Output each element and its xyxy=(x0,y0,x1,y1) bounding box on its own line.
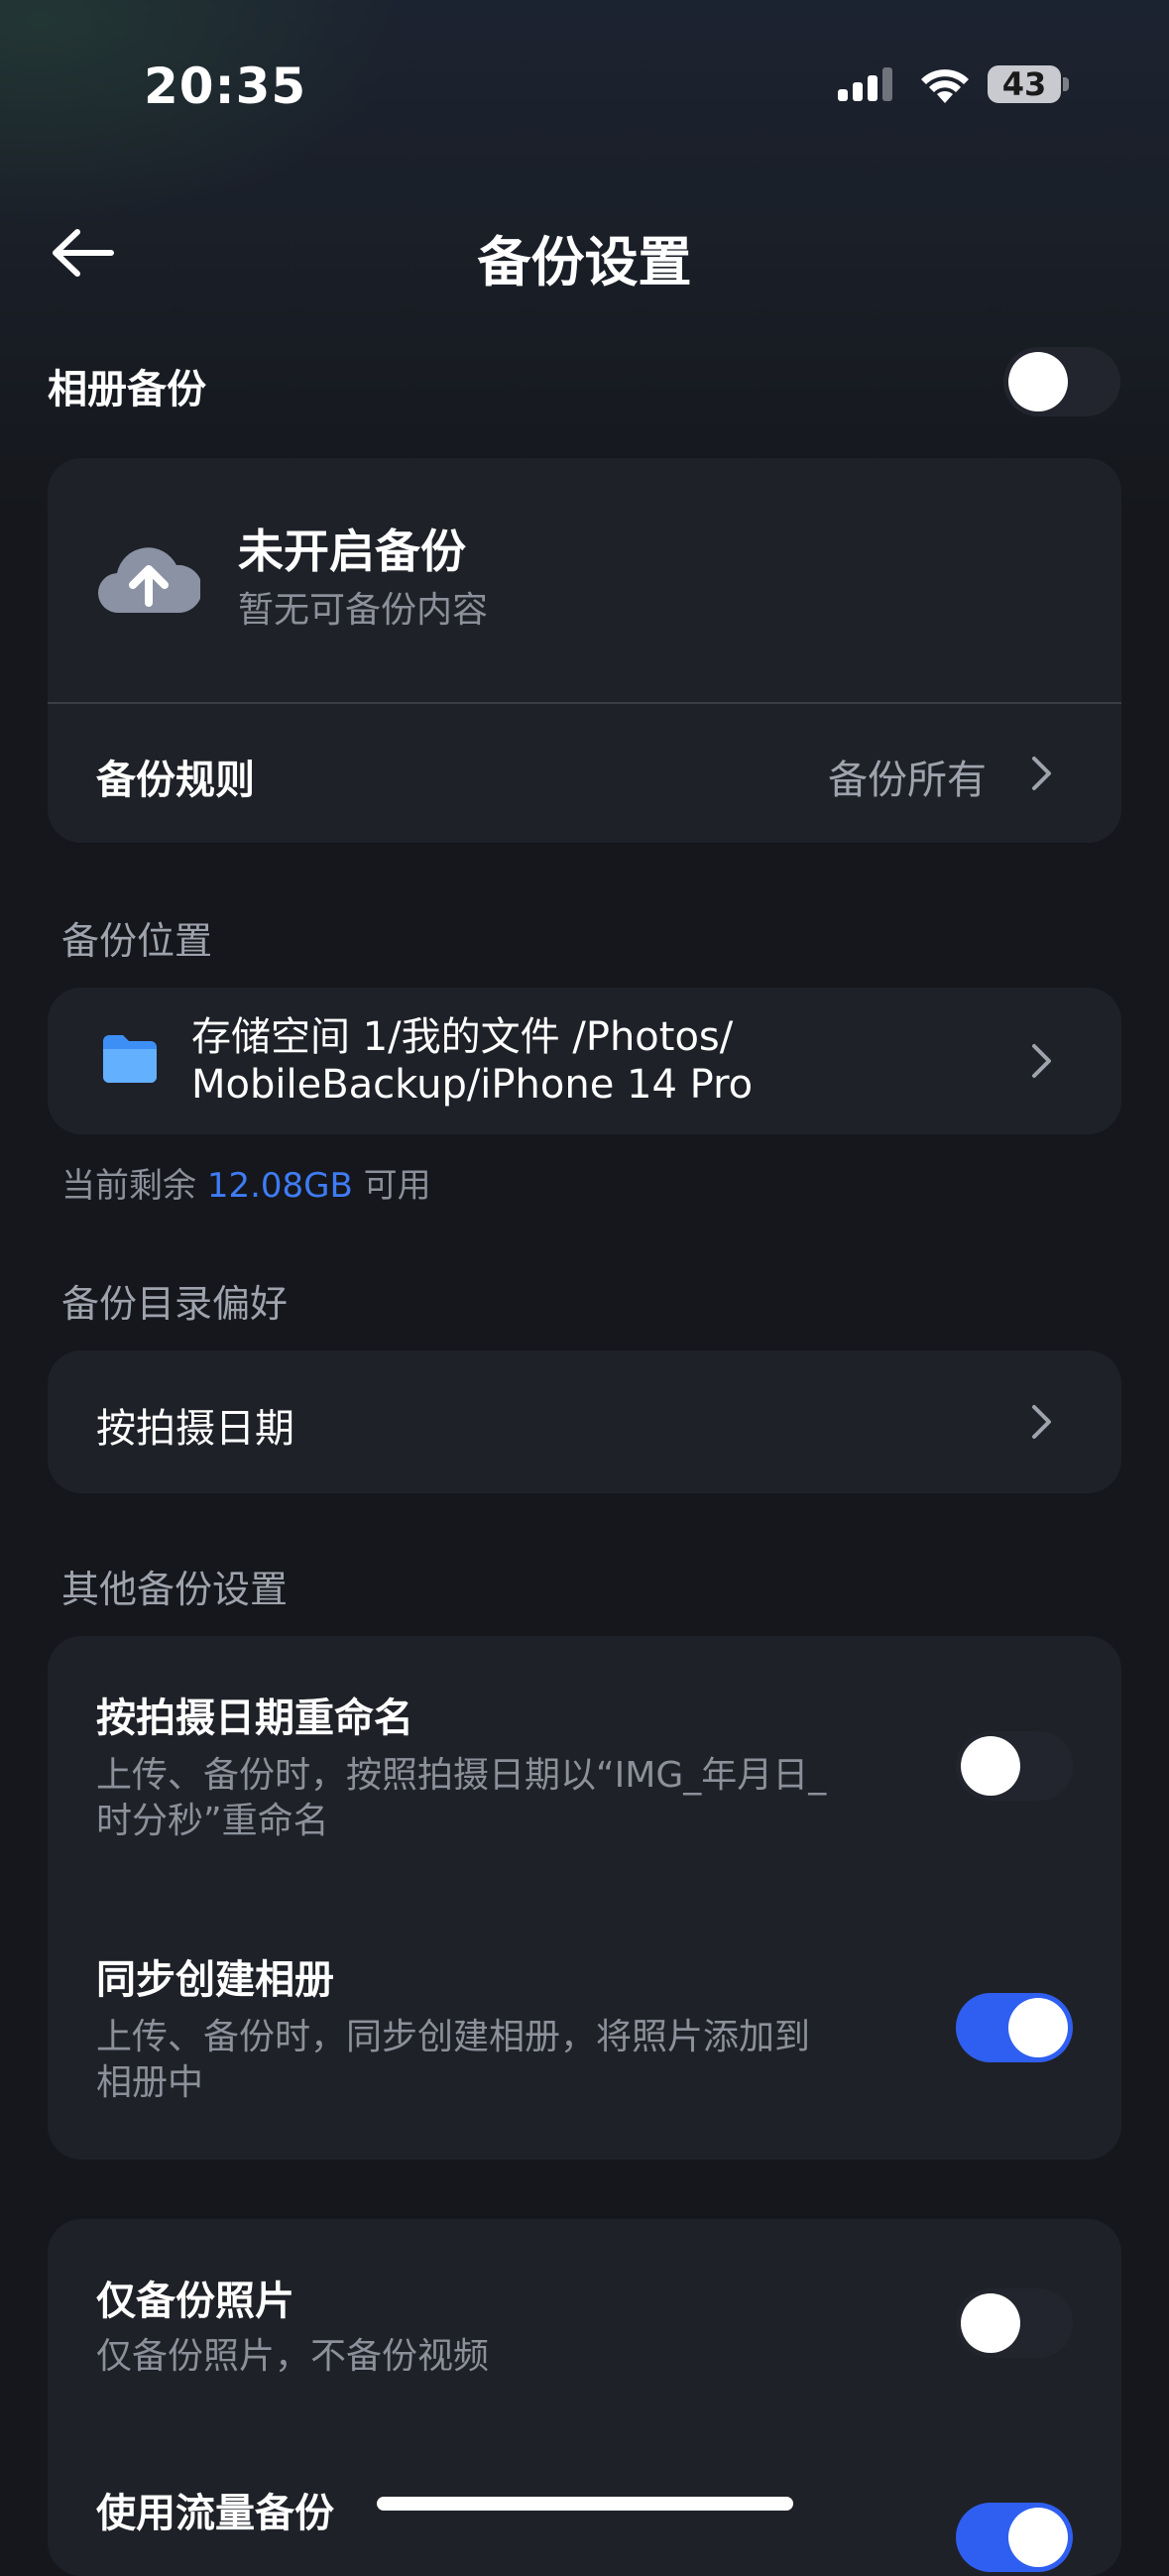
remaining-value: 12.08GB xyxy=(206,1166,353,1206)
sync-album-desc-line1: 上传、备份时，同步创建相册，将照片添加到 xyxy=(96,2017,811,2057)
sync-album-title: 同步创建相册 xyxy=(96,1957,334,2003)
rename-by-date-toggle[interactable] xyxy=(956,1731,1073,1801)
directory-preference-row[interactable]: 按拍摄日期 xyxy=(48,1350,1121,1493)
remaining-suffix: 可用 xyxy=(363,1166,431,1206)
battery-percentage: 43 xyxy=(1001,65,1047,103)
album-backup-label: 相册备份 xyxy=(48,367,206,412)
battery-icon: 43 xyxy=(988,63,1071,107)
wifi-icon xyxy=(921,69,969,103)
backup-path-line2: MobileBackup/iPhone 14 Pro xyxy=(191,1062,754,1108)
page-title: 备份设置 xyxy=(477,231,692,293)
directory-preference-label: 备份目录偏好 xyxy=(61,1282,289,1326)
album-backup-toggle[interactable] xyxy=(1003,347,1120,416)
cellular-backup-title: 使用流量备份 xyxy=(96,2491,334,2536)
backup-status-title: 未开启备份 xyxy=(238,525,466,578)
backup-rule-label: 备份规则 xyxy=(96,758,255,803)
backup-location-row[interactable]: 存储空间 1/我的文件 /Photos/ MobileBackup/iPhone… xyxy=(48,988,1121,1134)
cellular-backup-toggle[interactable] xyxy=(956,2503,1073,2572)
backup-rule-row[interactable]: 备份规则 备份所有 xyxy=(48,704,1121,843)
media-settings-card: 仅备份照片 仅备份照片，不备份视频 使用流量备份 xyxy=(48,2219,1121,2576)
remaining-space-text: 当前剩余 12.08GB 可用 xyxy=(61,1158,431,1207)
directory-preference-value: 按拍摄日期 xyxy=(96,1406,294,1452)
backup-path-line1: 存储空间 1/我的文件 /Photos/ xyxy=(191,1014,734,1060)
sync-album-toggle[interactable] xyxy=(956,1993,1073,2062)
other-settings-card: 按拍摄日期重命名 上传、备份时，按照拍摄日期以“IMG_年月日_ 时分秒”重命名… xyxy=(48,1636,1121,2160)
chevron-right-icon xyxy=(1032,1405,1051,1439)
chevron-right-icon xyxy=(1032,1044,1051,1078)
rename-by-date-desc-line1: 上传、备份时，按照拍摄日期以“IMG_年月日_ xyxy=(96,1755,827,1796)
rename-by-date-title: 按拍摄日期重命名 xyxy=(96,1696,413,1741)
backup-rule-value: 备份所有 xyxy=(828,758,987,803)
rename-by-date-desc-line2: 时分秒”重命名 xyxy=(96,1801,329,1841)
other-settings-label: 其他备份设置 xyxy=(61,1568,289,1611)
backup-status-subtitle: 暂无可备份内容 xyxy=(238,590,489,631)
cloud-upload-icon xyxy=(97,547,200,614)
photos-only-desc: 仅备份照片，不备份视频 xyxy=(96,2336,490,2377)
chevron-right-icon xyxy=(1032,757,1051,790)
sync-album-desc-line2: 相册中 xyxy=(96,2062,204,2103)
home-indicator xyxy=(377,2497,793,2511)
folder-icon xyxy=(103,1035,157,1083)
backup-status-card: 未开启备份 暂无可备份内容 备份规则 备份所有 xyxy=(48,458,1121,843)
cellular-signal-icon xyxy=(838,67,892,101)
remaining-prefix: 当前剩余 xyxy=(61,1166,196,1206)
backup-location-label: 备份位置 xyxy=(61,919,213,963)
status-time: 20:35 xyxy=(144,58,307,115)
photos-only-title: 仅备份照片 xyxy=(96,2279,294,2324)
photos-only-toggle[interactable] xyxy=(956,2288,1073,2358)
